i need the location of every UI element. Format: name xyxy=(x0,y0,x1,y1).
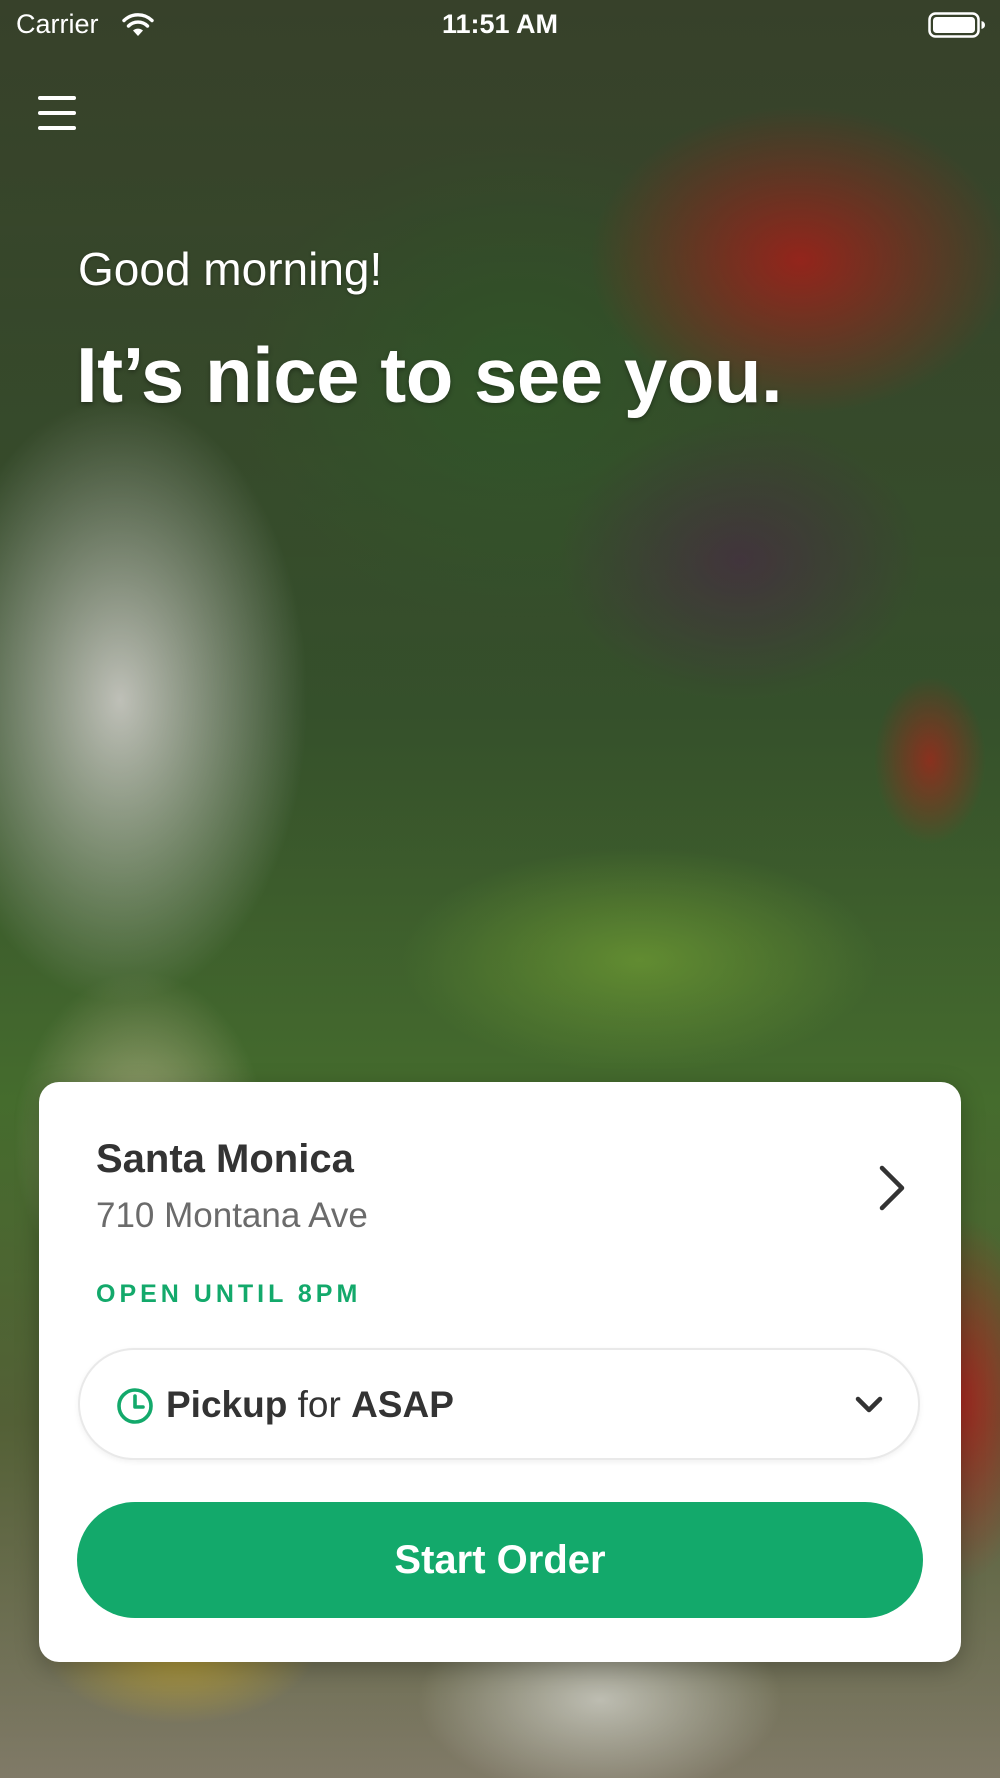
location-card: Santa Monica 710 Montana Ave OPEN UNTIL … xyxy=(39,1082,961,1662)
clock-icon xyxy=(117,1388,153,1424)
order-mode-time: ASAP xyxy=(351,1384,454,1425)
store-hours-status: OPEN UNTIL 8PM xyxy=(96,1280,362,1308)
chevron-down-icon xyxy=(855,1396,883,1413)
order-mode-label: Pickup for ASAP xyxy=(166,1384,454,1426)
greeting-text: Good morning! xyxy=(78,243,383,295)
location-name: Santa Monica xyxy=(96,1137,354,1181)
location-selector[interactable]: Santa Monica 710 Montana Ave xyxy=(39,1082,961,1252)
status-bar: Carrier 11:51 AM xyxy=(0,0,1000,50)
order-mode-dropdown[interactable]: Pickup for ASAP xyxy=(78,1348,920,1460)
headline-text: It’s nice to see you. xyxy=(76,331,783,419)
order-mode-type: Pickup xyxy=(166,1384,288,1425)
hamburger-menu-icon[interactable] xyxy=(36,94,80,132)
start-order-button[interactable]: Start Order xyxy=(77,1502,923,1618)
status-time: 11:51 AM xyxy=(441,9,559,39)
app-screen: Carrier 11:51 AM Good morning! It’s nice… xyxy=(0,0,1000,1778)
chevron-right-icon xyxy=(879,1165,905,1211)
battery-icon xyxy=(928,12,985,38)
order-mode-connector: for xyxy=(287,1384,352,1425)
location-address: 710 Montana Ave xyxy=(96,1196,368,1235)
